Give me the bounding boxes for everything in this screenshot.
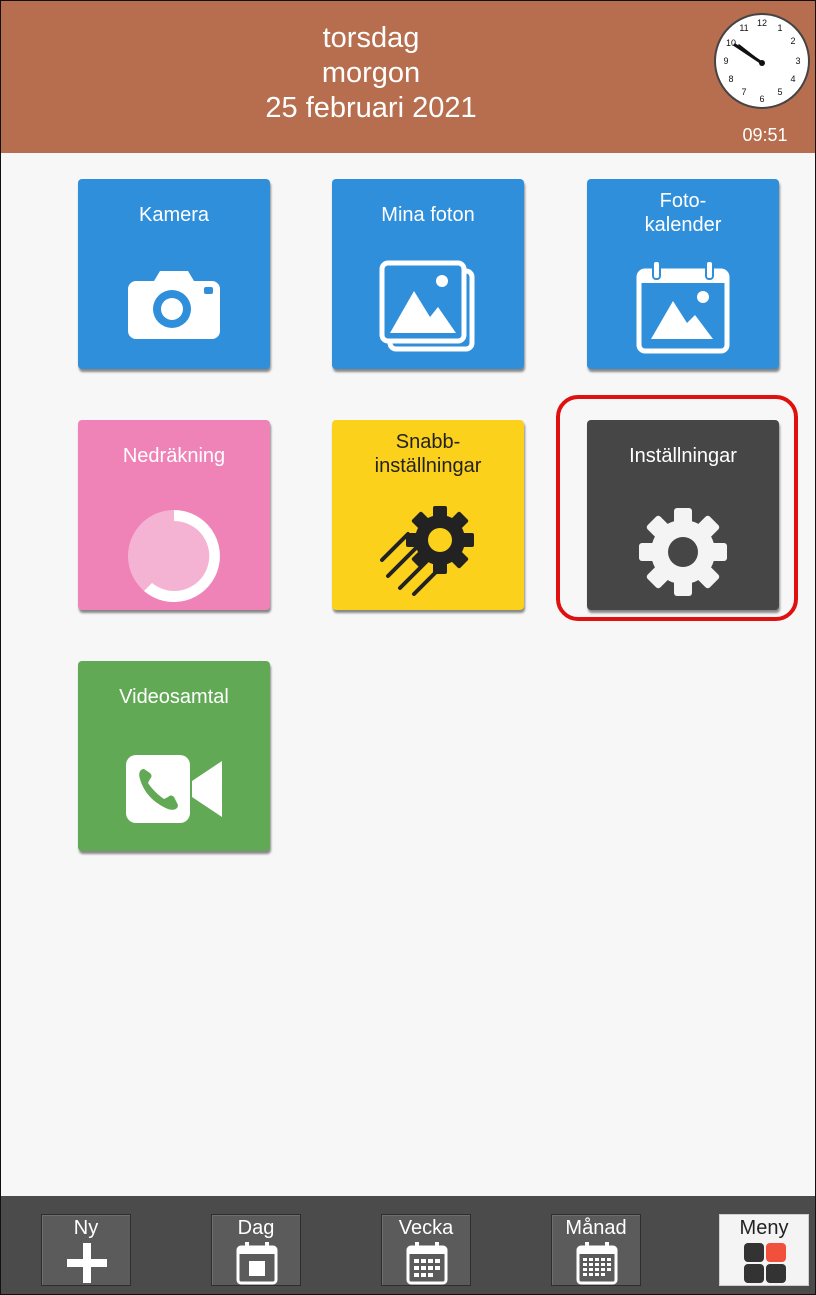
bottom-nav-bar: Ny Dag Vecka Månad Meny	[1, 1196, 815, 1294]
clock-number: 9	[723, 56, 728, 66]
nav-label: Månad	[565, 1217, 627, 1239]
video-call-tile[interactable]: Videosamtal	[78, 661, 270, 851]
analog-clock-icon: 12 1 2 3 4 5 6 7 8 9 10 11	[714, 13, 810, 109]
selection-highlight	[556, 395, 798, 621]
clock-number: 2	[790, 36, 795, 46]
clock-number: 12	[757, 18, 767, 28]
clock-number: 4	[790, 74, 795, 84]
nav-label: Vecka	[398, 1217, 454, 1239]
clock-number: 8	[728, 74, 733, 84]
month-calendar-icon	[576, 1242, 618, 1285]
week-button[interactable]: Vecka	[381, 1214, 471, 1286]
my-photos-tile[interactable]: Mina foton	[332, 179, 524, 369]
app-screen: torsdag morgon 25 februari 2021 12 1 2 3…	[0, 0, 816, 1295]
plus-icon	[67, 1243, 107, 1283]
camera-icon	[128, 271, 220, 339]
clock-number: 10	[726, 38, 736, 48]
countdown-tile[interactable]: Nedräkning	[78, 420, 270, 610]
tile-label: Mina foton	[381, 204, 475, 226]
nav-label: Dag	[237, 1217, 275, 1239]
clock-number: 6	[759, 94, 764, 104]
quick-settings-tile[interactable]: Snabb- inställningar	[332, 420, 524, 610]
tile-label: Foto- kalender	[644, 190, 722, 236]
countdown-icon	[128, 510, 220, 602]
tile-label: Kamera	[138, 204, 210, 226]
clock-number: 3	[795, 56, 800, 66]
date-text: 25 februari 2021	[265, 92, 477, 124]
tile-label: Snabb- inställningar	[374, 431, 482, 477]
clock-number: 7	[741, 87, 746, 97]
nav-label: Ny	[73, 1217, 99, 1239]
tile-label: Nedräkning	[122, 445, 226, 467]
photo-calendar-icon	[636, 260, 730, 354]
time-of-day-text: morgon	[321, 57, 421, 89]
menu-button[interactable]: Meny	[719, 1214, 809, 1286]
date-header: torsdag morgon 25 februari 2021 12 1 2 3…	[1, 1, 815, 153]
digital-time: 09:51	[742, 125, 788, 145]
menu-grid-icon	[744, 1243, 786, 1283]
new-button[interactable]: Ny	[41, 1214, 131, 1286]
clock-number: 11	[739, 23, 748, 33]
quick-settings-icon	[380, 506, 474, 596]
week-calendar-icon	[406, 1242, 448, 1285]
day-calendar-icon	[236, 1242, 278, 1285]
clock-number: 5	[777, 87, 782, 97]
day-button[interactable]: Dag	[211, 1214, 301, 1286]
photo-calendar-tile[interactable]: Foto- kalender	[587, 179, 779, 369]
camera-tile[interactable]: Kamera	[78, 179, 270, 369]
tile-label: Videosamtal	[119, 686, 229, 708]
clock-number: 1	[777, 23, 782, 33]
nav-label: Meny	[739, 1217, 789, 1239]
video-call-icon	[126, 755, 222, 823]
weekday-text: torsdag	[322, 22, 420, 54]
photos-icon	[379, 260, 475, 352]
month-button[interactable]: Månad	[551, 1214, 641, 1286]
